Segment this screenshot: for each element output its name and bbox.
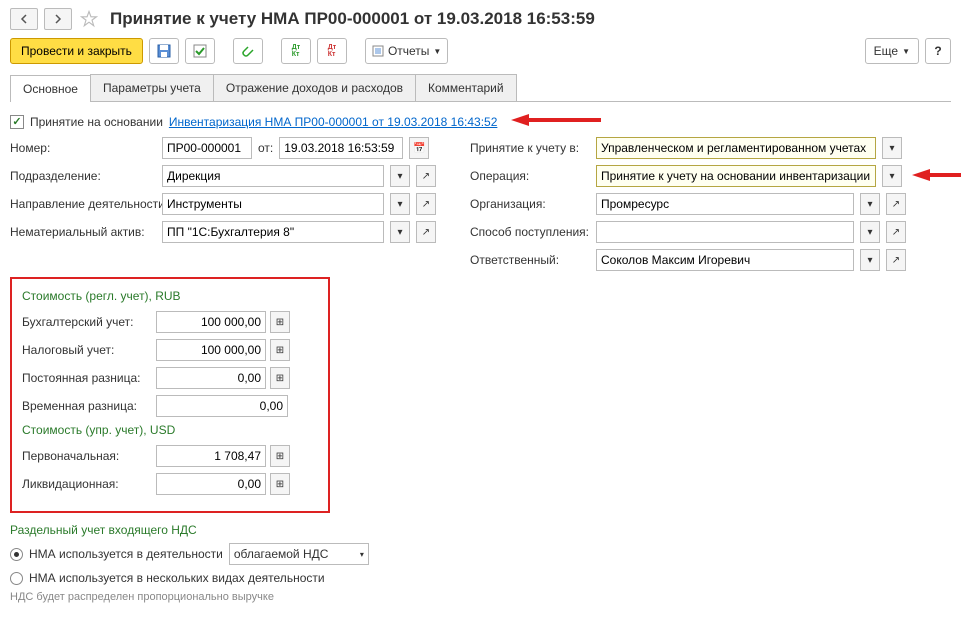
date-input[interactable]	[279, 137, 403, 159]
calc-icon[interactable]: ⊞	[270, 339, 290, 361]
number-input[interactable]	[162, 137, 252, 159]
vat-type-select[interactable]: облагаемой НДС ▾	[229, 543, 369, 565]
vat-title: Раздельный учет входящего НДС	[10, 523, 951, 537]
toolbar: Провести и закрыть ДтКт ДтКт Отчеты ▼ Ещ…	[10, 38, 951, 64]
dropdown-icon[interactable]: ▾	[882, 137, 902, 159]
open-icon[interactable]: ↗	[886, 221, 906, 243]
open-icon[interactable]: ↗	[416, 221, 436, 243]
perm-diff-input[interactable]	[156, 367, 266, 389]
receipt-input[interactable]	[596, 221, 854, 243]
tab-income[interactable]: Отражение доходов и расходов	[213, 74, 416, 101]
back-button[interactable]	[10, 8, 38, 30]
temp-diff-input[interactable]	[156, 395, 288, 417]
basis-link[interactable]: Инвентаризация НМА ПР00-000001 от 19.03.…	[169, 115, 497, 129]
dropdown-icon[interactable]: ▾	[882, 165, 902, 187]
responsible-label: Ответственный:	[470, 253, 590, 267]
receipt-label: Способ поступления:	[470, 225, 590, 239]
number-label: Номер:	[10, 141, 156, 155]
tax-label: Налоговый учет:	[22, 343, 152, 357]
post-icon[interactable]	[185, 38, 215, 64]
vat-radio-2[interactable]	[10, 572, 23, 585]
dtkt-red-icon[interactable]: ДтКт	[317, 38, 347, 64]
vat-radio-1[interactable]	[10, 548, 23, 561]
initial-input[interactable]	[156, 445, 266, 467]
vat-note: НДС будет распределен пропорционально вы…	[10, 591, 951, 603]
vat-section: Раздельный учет входящего НДС НМА исполь…	[10, 523, 951, 603]
help-button[interactable]: ?	[925, 38, 951, 64]
attach-icon[interactable]	[233, 38, 263, 64]
initial-label: Первоначальная:	[22, 449, 152, 463]
basis-label: Принятие на основании	[30, 115, 163, 129]
liquidation-label: Ликвидационная:	[22, 477, 152, 491]
favorite-icon[interactable]	[78, 8, 100, 30]
cost-section: Стоимость (регл. учет), RUB Бухгалтерски…	[10, 277, 330, 513]
calc-icon[interactable]: ⊞	[270, 311, 290, 333]
accounting-label: Бухгалтерский учет:	[22, 315, 152, 329]
basis-checkbox[interactable]	[10, 115, 24, 129]
tab-params[interactable]: Параметры учета	[90, 74, 214, 101]
reports-dropdown[interactable]: Отчеты ▼	[365, 38, 448, 64]
tab-comment[interactable]: Комментарий	[415, 74, 517, 101]
tax-input[interactable]	[156, 339, 266, 361]
responsible-input[interactable]	[596, 249, 854, 271]
from-label: от:	[258, 141, 273, 155]
chevron-down-icon: ▼	[902, 47, 910, 56]
forward-button[interactable]	[44, 8, 72, 30]
open-icon[interactable]: ↗	[416, 193, 436, 215]
open-icon[interactable]: ↗	[886, 193, 906, 215]
dropdown-icon[interactable]: ▾	[860, 249, 880, 271]
chevron-down-icon: ▼	[433, 47, 441, 56]
division-input[interactable]	[162, 165, 384, 187]
activity-input[interactable]	[162, 193, 384, 215]
page-title: Принятие к учету НМА ПР00-000001 от 19.0…	[110, 9, 595, 29]
perm-diff-label: Постоянная разница:	[22, 371, 152, 385]
calc-icon[interactable]: ⊞	[270, 445, 290, 467]
tabs: Основное Параметры учета Отражение доход…	[10, 74, 951, 102]
calendar-icon[interactable]: 📅	[409, 137, 429, 159]
calc-icon[interactable]: ⊞	[270, 473, 290, 495]
dropdown-icon[interactable]: ▾	[390, 221, 410, 243]
accept-in-label: Принятие к учету в:	[470, 141, 590, 155]
save-icon[interactable]	[149, 38, 179, 64]
open-icon[interactable]: ↗	[886, 249, 906, 271]
org-input[interactable]	[596, 193, 854, 215]
dropdown-icon[interactable]: ▾	[390, 193, 410, 215]
more-button[interactable]: Еще ▼	[865, 38, 919, 64]
red-arrow-annotation	[912, 167, 961, 186]
asset-input[interactable]	[162, 221, 384, 243]
dropdown-icon[interactable]: ▾	[390, 165, 410, 187]
asset-label: Нематериальный актив:	[10, 225, 156, 239]
chevron-down-icon: ▾	[360, 550, 364, 559]
org-label: Организация:	[470, 197, 590, 211]
vat-opt2-label: НМА используется в нескольких видах деят…	[29, 571, 325, 585]
liquidation-input[interactable]	[156, 473, 266, 495]
top-nav: Принятие к учету НМА ПР00-000001 от 19.0…	[10, 8, 951, 30]
temp-diff-label: Временная разница:	[22, 399, 152, 413]
basis-row: Принятие на основании Инвентаризация НМА…	[10, 112, 951, 131]
dropdown-icon[interactable]: ▾	[860, 221, 880, 243]
calc-icon[interactable]: ⊞	[270, 367, 290, 389]
operation-input[interactable]	[596, 165, 876, 187]
accept-in-input[interactable]	[596, 137, 876, 159]
dropdown-icon[interactable]: ▾	[860, 193, 880, 215]
dtkt-green-icon[interactable]: ДтКт	[281, 38, 311, 64]
post-close-button[interactable]: Провести и закрыть	[10, 38, 143, 64]
vat-opt1-label: НМА используется в деятельности	[29, 547, 223, 561]
cost-reg-title: Стоимость (регл. учет), RUB	[22, 289, 318, 303]
red-arrow-annotation	[511, 112, 601, 131]
cost-mgmt-title: Стоимость (упр. учет), USD	[22, 423, 318, 437]
division-label: Подразделение:	[10, 169, 156, 183]
accounting-input[interactable]	[156, 311, 266, 333]
activity-label: Направление деятельности:	[10, 197, 156, 211]
open-icon[interactable]: ↗	[416, 165, 436, 187]
tab-main[interactable]: Основное	[10, 75, 91, 102]
operation-label: Операция:	[470, 169, 590, 183]
